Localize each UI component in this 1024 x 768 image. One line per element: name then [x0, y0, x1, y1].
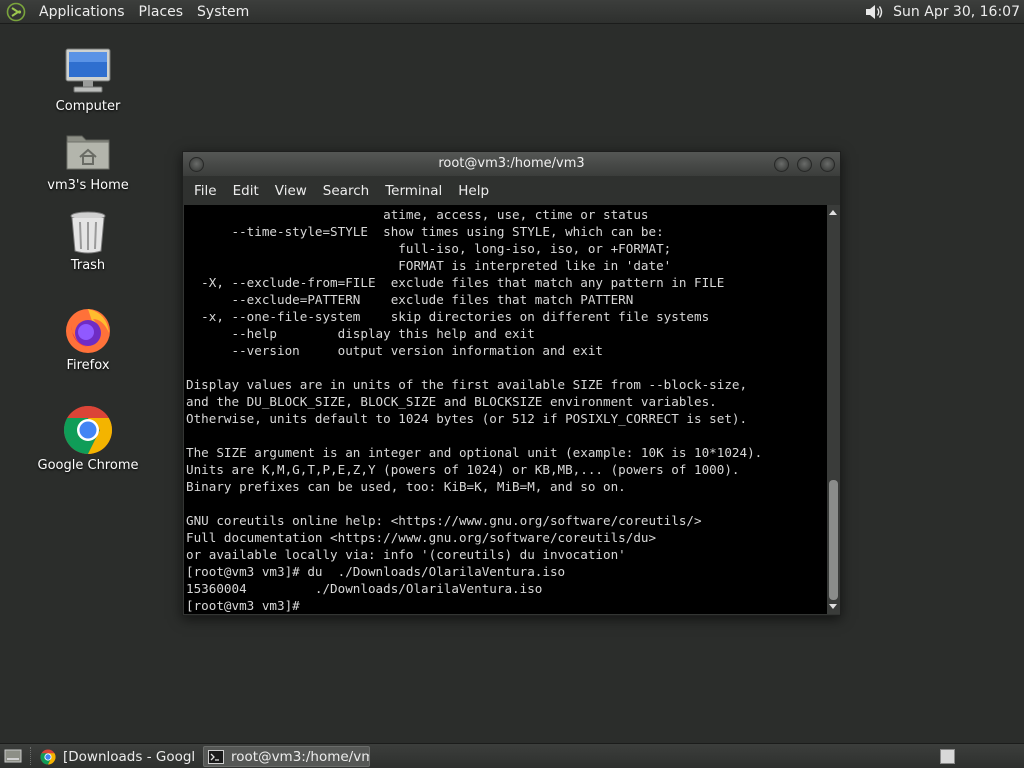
show-desktop-icon[interactable] [4, 748, 22, 764]
menu-terminal[interactable]: Terminal [377, 183, 450, 199]
taskbar-item-label: [Downloads - Googl... [63, 748, 196, 765]
volume-icon[interactable] [863, 1, 885, 23]
workspace-switcher[interactable] [940, 749, 955, 764]
desktop-icon-computer[interactable]: Computer [33, 46, 143, 114]
system-menu[interactable]: System [190, 4, 256, 20]
clock[interactable]: Sun Apr 30, 16:07 [893, 4, 1020, 20]
panel-separator [30, 747, 32, 765]
close-button[interactable] [820, 157, 835, 172]
menu-view[interactable]: View [267, 183, 315, 199]
terminal-scrollbar[interactable] [827, 205, 840, 614]
desktop-icon-trash[interactable]: Trash [33, 209, 143, 273]
desktop-icon-label: Google Chrome [37, 458, 139, 473]
menu-edit[interactable]: Edit [225, 183, 267, 199]
desktop-icon-label: Trash [70, 258, 106, 273]
menu-search[interactable]: Search [315, 183, 377, 199]
top-panel: Applications Places System Sun Apr 30, 1… [0, 0, 1024, 24]
chrome-icon [63, 405, 113, 454]
taskbar-item-label: root@vm3:/home/vm3 [231, 748, 370, 765]
applications-menu[interactable]: Applications [32, 4, 132, 20]
computer-icon [65, 48, 111, 93]
desktop-icon-label: vm3's Home [47, 178, 129, 193]
distro-logo-icon[interactable] [6, 2, 26, 22]
scroll-thumb[interactable] [829, 480, 838, 600]
maximize-button[interactable] [797, 157, 812, 172]
minimize-button[interactable] [774, 157, 789, 172]
menu-file[interactable]: File [186, 183, 225, 199]
window-titlebar[interactable]: root@vm3:/home/vm3 [183, 152, 840, 176]
taskbar-item-terminal[interactable]: root@vm3:/home/vm3 [203, 746, 370, 767]
desktop-icon-label: Computer [55, 99, 121, 114]
terminal-icon [208, 749, 224, 764]
menu-help[interactable]: Help [450, 183, 497, 199]
terminal-text: atime, access, use, ctime or status --ti… [186, 207, 763, 613]
desktop-icon-label: Firefox [66, 358, 110, 373]
desktop-icon-firefox[interactable]: Firefox [33, 305, 143, 373]
taskbar-item-chrome[interactable]: [Downloads - Googl... [36, 746, 196, 767]
desktop-icon-chrome[interactable]: Google Chrome [33, 405, 143, 473]
home-folder-icon [66, 135, 110, 170]
firefox-icon [66, 309, 110, 353]
chrome-icon [40, 749, 56, 764]
terminal-menubar: File Edit View Search Terminal Help [183, 176, 840, 205]
places-menu[interactable]: Places [132, 4, 191, 20]
window-title: root@vm3:/home/vm3 [438, 156, 585, 171]
trash-icon [70, 211, 106, 254]
terminal-window[interactable]: root@vm3:/home/vm3 File Edit View Search… [182, 151, 841, 616]
terminal-output[interactable]: atime, access, use, ctime or status --ti… [184, 205, 827, 614]
scroll-up-arrow-icon[interactable] [829, 210, 837, 215]
bottom-panel: [Downloads - Googl... root@vm3:/home/vm3 [0, 743, 1024, 768]
scroll-down-arrow-icon[interactable] [829, 604, 837, 609]
desktop-icon-home[interactable]: vm3's Home [33, 127, 143, 193]
